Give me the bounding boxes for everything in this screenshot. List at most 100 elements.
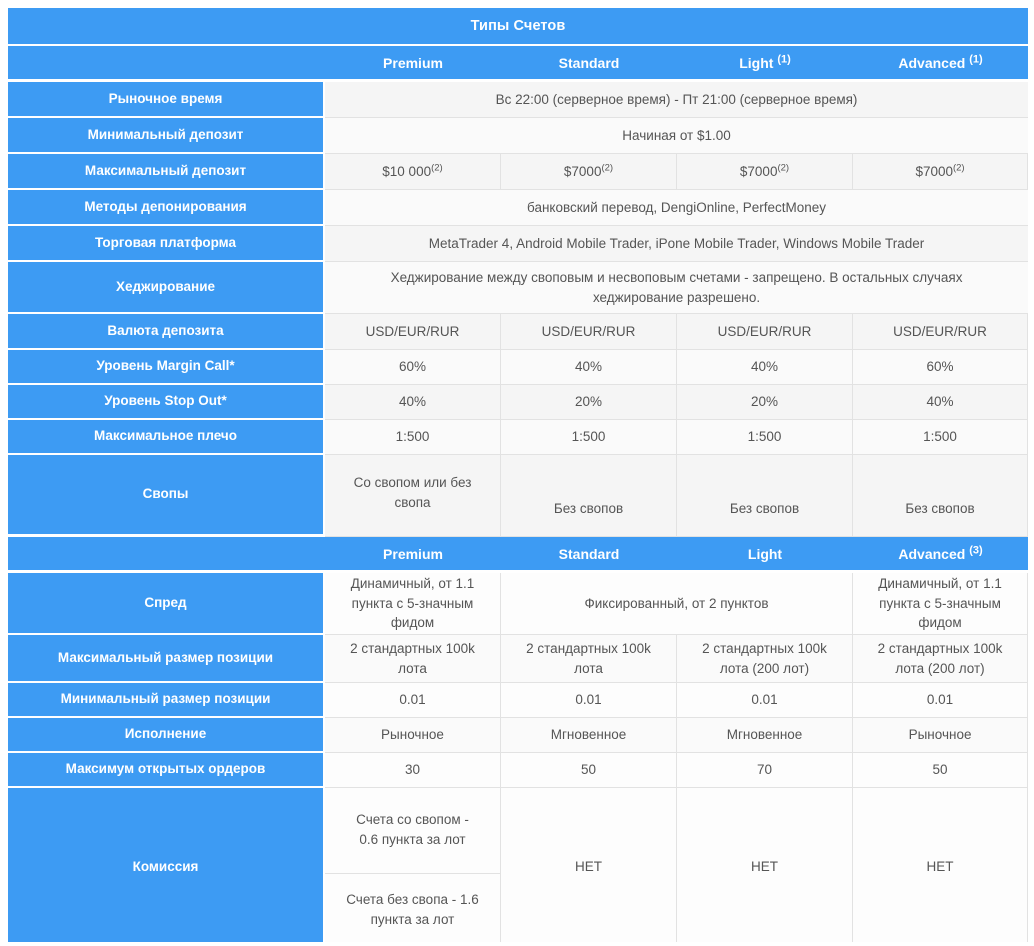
cell-max-deposit-advanced: $7000(2)	[853, 154, 1029, 190]
cell-min-deposit-all: Начиная от $1.00	[325, 118, 1029, 154]
cell-spread-premium: Динамичный, от 1.1 пункта с 5-значным фи…	[325, 573, 501, 635]
cell-leverage-premium: 1:500	[325, 420, 501, 455]
cell-spread-advanced: Динамичный, от 1.1 пункта с 5-значным фи…	[853, 573, 1029, 635]
row-label-commission: Комиссия	[8, 788, 325, 946]
table-row: Свопы Со свопом или без свопа Без свопов…	[8, 455, 1029, 537]
cell-note: (2)	[601, 162, 614, 174]
cell-max-orders-light: 70	[677, 753, 853, 788]
table-row: Рыночное время Вс 22:00 (серверное время…	[8, 82, 1029, 118]
cell-max-deposit-standard: $7000(2)	[501, 154, 677, 190]
row-label-spread: Спред	[8, 573, 325, 635]
cell-deposit-methods-all: банковский перевод, DengiOnline, Perfect…	[325, 190, 1029, 226]
cell-stop-out-premium: 40%	[325, 385, 501, 420]
cell-max-position-advanced: 2 стандартных 100k лота (200 лот)	[853, 635, 1029, 683]
cell-note: (2)	[431, 162, 443, 174]
table-row: Максимальное плечо 1:500 1:500 1:500 1:5…	[8, 420, 1029, 455]
column-header-premium: Premium	[325, 46, 501, 82]
column-header-light: Light (1)	[677, 46, 853, 82]
column-header-light-note: (1)	[777, 52, 791, 65]
table-row: Спред Динамичный, от 1.1 пункта с 5-знач…	[8, 573, 1029, 635]
cell-max-position-light: 2 стандартных 100k лота (200 лот)	[677, 635, 853, 683]
cell-trading-platform-all: MetaTrader 4, Android Mobile Trader, iPo…	[325, 226, 1029, 262]
table-row: Минимальный размер позиции 0.01 0.01 0.0…	[8, 683, 1029, 718]
cell-execution-light: Мгновенное	[677, 718, 853, 753]
row-label-execution: Исполнение	[8, 718, 325, 753]
table-row: Уровень Stop Out* 40% 20% 20% 40%	[8, 385, 1029, 420]
cell-stop-out-standard: 20%	[501, 385, 677, 420]
cell-value: $7000	[563, 163, 602, 179]
secondary-column-header-standard: Standard	[501, 537, 677, 573]
row-label-hedging: Хеджирование	[8, 262, 325, 314]
cell-value: $7000	[739, 163, 778, 179]
cell-stop-out-light: 20%	[677, 385, 853, 420]
row-label-margin-call: Уровень Margin Call*	[8, 350, 325, 385]
column-header-advanced: Advanced (1)	[853, 46, 1029, 82]
cell-value: $10 000	[382, 163, 432, 179]
cell-margin-call-premium: 60%	[325, 350, 501, 385]
cell-max-orders-advanced: 50	[853, 753, 1029, 788]
cell-margin-call-light: 40%	[677, 350, 853, 385]
page-title: Типы Счетов	[8, 8, 1029, 46]
secondary-column-header-light: Light	[677, 537, 853, 573]
secondary-column-header-light-label: Light	[747, 545, 783, 562]
cell-execution-premium: Рыночное	[325, 718, 501, 753]
cell-hedging-all: Хеджирование между своповым и несвоповым…	[325, 262, 1029, 314]
account-types-table: Типы Счетов Premium Standard Light (1) A…	[8, 8, 1029, 946]
cell-note: (2)	[777, 162, 790, 174]
cell-leverage-standard: 1:500	[501, 420, 677, 455]
cell-min-position-light: 0.01	[677, 683, 853, 718]
secondary-column-header-standard-label: Standard	[558, 545, 620, 562]
table-row: Валюта депозита USD/EUR/RUR USD/EUR/RUR …	[8, 314, 1029, 350]
row-label-min-deposit: Минимальный депозит	[8, 118, 325, 154]
cell-stop-out-advanced: 40%	[853, 385, 1029, 420]
cell-currency-standard: USD/EUR/RUR	[501, 314, 677, 350]
cell-commission-premium: Счета со свопом - 0.6 пункта за лот Счет…	[325, 788, 501, 946]
cell-max-deposit-light: $7000(2)	[677, 154, 853, 190]
column-header-advanced-note: (1)	[969, 52, 983, 65]
cell-max-deposit-premium: $10 000(2)	[325, 154, 501, 190]
cell-currency-advanced: USD/EUR/RUR	[853, 314, 1029, 350]
cell-max-orders-premium: 30	[325, 753, 501, 788]
cell-commission-standard: НЕТ	[501, 788, 677, 946]
cell-swaps-premium: Со свопом или без свопа	[325, 455, 501, 537]
cell-spread-standard-light: Фиксированный, от 2 пунктов	[501, 573, 853, 635]
cell-swaps-light: Без свопов	[677, 455, 853, 537]
column-header-standard-label: Standard	[558, 54, 620, 71]
cell-max-orders-standard: 50	[501, 753, 677, 788]
cell-commission-premium-swap: Счета со свопом - 0.6 пункта за лот	[325, 788, 500, 874]
cell-min-position-advanced: 0.01	[853, 683, 1029, 718]
table-row: Минимальный депозит Начиная от $1.00	[8, 118, 1029, 154]
row-label-deposit-currency: Валюта депозита	[8, 314, 325, 350]
secondary-header-row: Premium Standard Light Advanced (3)	[8, 537, 1029, 573]
secondary-header-corner-cell	[8, 537, 325, 573]
secondary-column-header-premium-label: Premium	[383, 545, 443, 562]
row-label-deposit-methods: Методы депонирования	[8, 190, 325, 226]
cell-execution-advanced: Рыночное	[853, 718, 1029, 753]
column-header-advanced-label: Advanced	[898, 54, 966, 71]
cell-margin-call-advanced: 60%	[853, 350, 1029, 385]
bottom-spacer	[0, 942, 1034, 946]
table-row: Хеджирование Хеджирование между своповым…	[8, 262, 1029, 314]
column-header-standard: Standard	[501, 46, 677, 82]
cell-market-time-all: Вс 22:00 (серверное время) - Пт 21:00 (с…	[325, 82, 1029, 118]
table-row: Максимум открытых ордеров 30 50 70 50	[8, 753, 1029, 788]
row-label-max-leverage: Максимальное плечо	[8, 420, 325, 455]
column-header-light-label: Light	[739, 54, 774, 71]
table-row: Исполнение Рыночное Мгновенное Мгновенно…	[8, 718, 1029, 753]
secondary-column-header-advanced-label: Advanced	[898, 545, 966, 562]
secondary-column-header-advanced-note: (3)	[969, 543, 983, 556]
table-row: Комиссия Счета со свопом - 0.6 пункта за…	[8, 788, 1029, 946]
row-label-max-open-orders: Максимум открытых ордеров	[8, 753, 325, 788]
cell-min-position-standard: 0.01	[501, 683, 677, 718]
primary-header-row: Premium Standard Light (1) Advanced (1)	[8, 46, 1029, 82]
table-row: Максимальный размер позиции 2 стандартны…	[8, 635, 1029, 683]
secondary-column-header-premium: Premium	[325, 537, 501, 573]
cell-max-position-standard: 2 стандартных 100k лота	[501, 635, 677, 683]
table-row: Уровень Margin Call* 60% 40% 40% 60%	[8, 350, 1029, 385]
cell-execution-standard: Мгновенное	[501, 718, 677, 753]
table-title-row: Типы Счетов	[8, 8, 1029, 46]
secondary-column-header-advanced: Advanced (3)	[853, 537, 1029, 573]
row-label-swaps: Свопы	[8, 455, 325, 537]
cell-commission-light: НЕТ	[677, 788, 853, 946]
cell-leverage-advanced: 1:500	[853, 420, 1029, 455]
